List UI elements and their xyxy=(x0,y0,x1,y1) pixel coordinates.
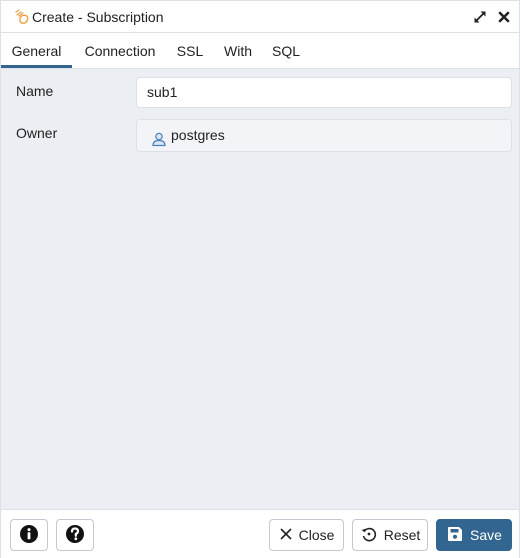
tab-connection[interactable]: Connection xyxy=(77,34,163,68)
close-button[interactable]: Close xyxy=(269,519,344,551)
subscription-icon xyxy=(13,8,31,26)
info-button[interactable] xyxy=(10,519,48,551)
tab-bar: General Connection SSL With SQL xyxy=(1,34,519,69)
dialog-footer: Close Reset Save xyxy=(1,509,519,558)
close-x-icon xyxy=(279,527,293,544)
close-icon[interactable] xyxy=(495,8,513,26)
user-icon xyxy=(151,127,167,146)
save-button-label: Save xyxy=(470,527,502,543)
help-icon xyxy=(65,524,85,547)
tab-general[interactable]: General xyxy=(1,34,72,68)
owner-label: Owner xyxy=(16,125,58,141)
dialog-title: Create - Subscription xyxy=(32,9,164,25)
create-subscription-dialog: Create - Subscription General Connection… xyxy=(0,0,520,558)
tab-ssl[interactable]: SSL xyxy=(171,34,209,68)
tab-with[interactable]: With xyxy=(217,34,259,68)
general-panel: Name sub1 Owner postgres xyxy=(1,69,519,509)
save-button[interactable]: Save xyxy=(436,519,512,551)
maximize-icon[interactable] xyxy=(471,8,489,26)
tab-sql[interactable]: SQL xyxy=(267,34,305,68)
owner-field[interactable]: postgres xyxy=(136,119,512,152)
name-label: Name xyxy=(16,83,54,99)
reset-icon xyxy=(360,525,378,546)
save-icon xyxy=(446,525,464,546)
info-icon xyxy=(19,524,39,547)
name-input[interactable]: sub1 xyxy=(136,77,512,108)
reset-button-label: Reset xyxy=(383,527,421,543)
reset-button[interactable]: Reset xyxy=(352,519,428,551)
close-button-label: Close xyxy=(298,527,335,543)
owner-value: postgres xyxy=(171,127,225,143)
dialog-titlebar[interactable]: Create - Subscription xyxy=(1,1,519,33)
help-button[interactable] xyxy=(56,519,94,551)
